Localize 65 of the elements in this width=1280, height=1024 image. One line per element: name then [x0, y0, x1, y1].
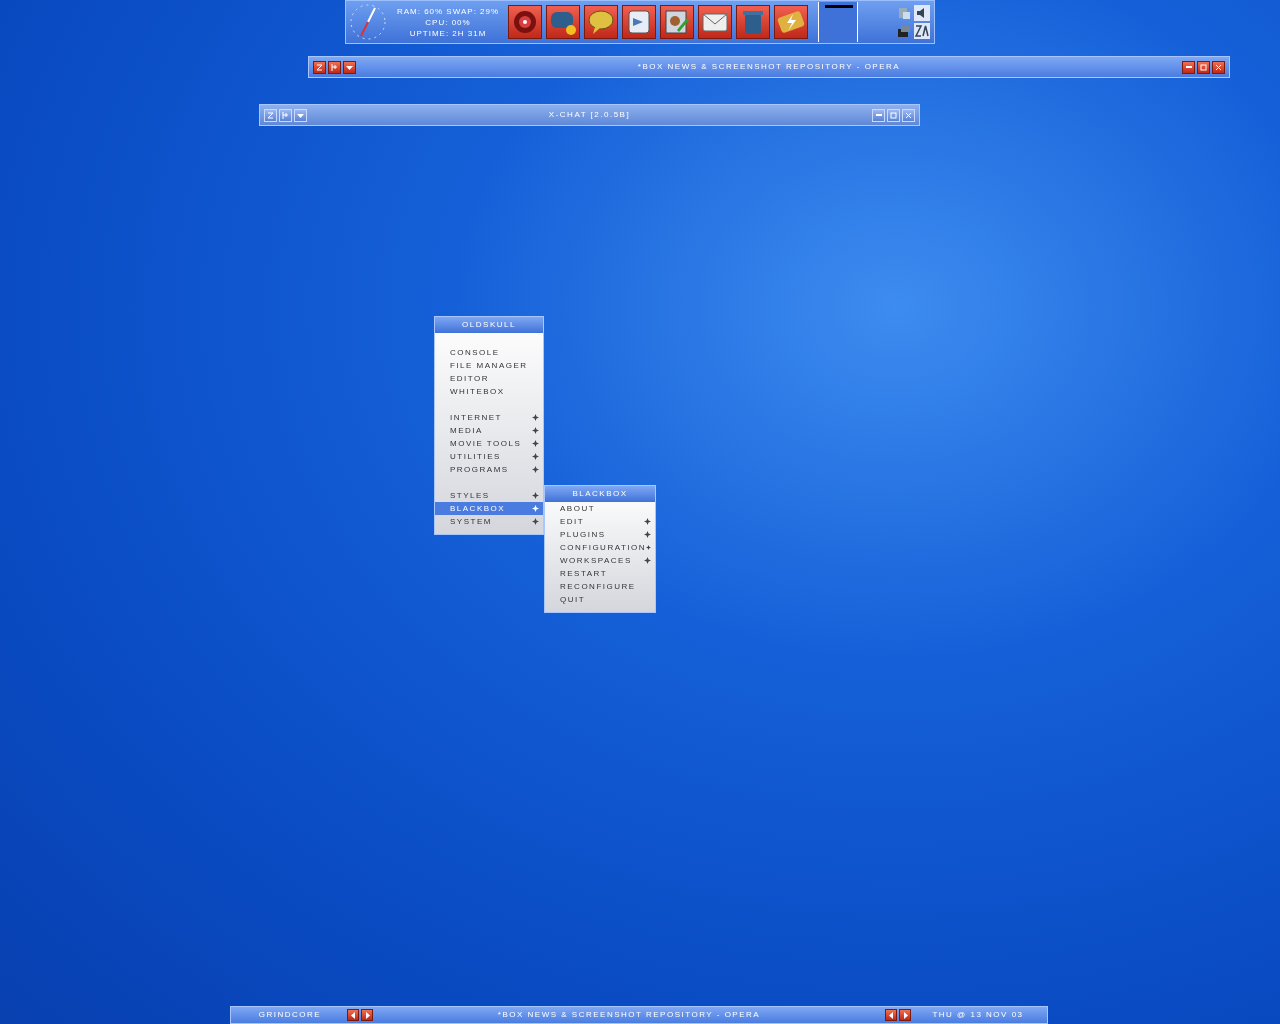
launcher-button[interactable]	[660, 5, 694, 39]
menu-item[interactable]: FILE MANAGER	[435, 359, 543, 372]
menu-item[interactable]: WORKSPACES	[545, 554, 655, 567]
launcher-button[interactable]	[622, 5, 656, 39]
left-arrow-icon	[348, 1010, 358, 1020]
workspace-switch-button[interactable]	[347, 1009, 359, 1021]
raise-icon	[330, 62, 339, 72]
menu-item[interactable]: MOVIE TOOLS	[435, 437, 543, 450]
window-title: *BOX NEWS & SCREENSHOT REPOSITORY - OPERA	[496, 1009, 762, 1021]
keyboard-layout-icon	[914, 23, 930, 39]
menu-title: OLDSKULL	[435, 317, 543, 333]
launcher-button[interactable]	[774, 5, 808, 39]
system-stats-text: RAM: 60% SWAP: 29%	[396, 5, 500, 17]
stick-icon	[315, 62, 324, 72]
menu-item[interactable]: BLACKBOX	[435, 502, 543, 515]
menu-item[interactable]: PLUGINS	[545, 528, 655, 541]
menu-item[interactable]: MEDIA	[435, 424, 543, 437]
window-title: *BOX NEWS & SCREENSHOT REPOSITORY - OPERA	[636, 61, 902, 73]
maximize-icon	[1199, 62, 1208, 72]
analog-clock-icon	[348, 2, 388, 42]
menu-item[interactable]: STYLES	[435, 489, 543, 502]
minimize-icon	[875, 114, 882, 116]
menu-item[interactable]: QUIT	[545, 593, 655, 606]
maximize-icon	[889, 110, 898, 120]
menu-item[interactable]: PROGRAMS	[435, 463, 543, 476]
menu-item[interactable]: CONFIGURATION	[545, 541, 655, 554]
titlebar-button[interactable]	[343, 60, 356, 74]
clock-text: THU @ 13 NOV 03	[931, 1009, 1025, 1021]
close-icon	[1214, 62, 1223, 72]
system-stats-text: UPTIME: 2H 31M	[409, 27, 487, 39]
raise-icon	[281, 110, 290, 120]
menu-item[interactable]: WHITEBOX	[435, 385, 543, 398]
stick-icon	[266, 110, 275, 120]
window-switch-button[interactable]	[885, 1009, 897, 1021]
titlebar-button[interactable]	[1182, 60, 1195, 74]
window-title: X-CHAT [2.0.5B]	[547, 109, 632, 121]
workspace-name: GRINDCORE	[257, 1009, 323, 1021]
system-stats-text: CPU: 00%	[425, 16, 471, 28]
menu-item[interactable]: EDITOR	[435, 372, 543, 385]
window-switch-button[interactable]	[899, 1009, 911, 1021]
titlebar-button[interactable]	[328, 60, 341, 74]
menu-item[interactable]: RESTART	[545, 567, 655, 580]
window-icon	[896, 23, 912, 39]
menu-item[interactable]: UTILITIES	[435, 450, 543, 463]
launcher-button[interactable]	[698, 5, 732, 39]
left-arrow-icon	[886, 1010, 896, 1020]
monitor-icon	[896, 5, 912, 21]
workspace-pager[interactable]	[818, 2, 858, 42]
menu-title: BLACKBOX	[545, 486, 655, 502]
titlebar-button[interactable]	[1197, 60, 1210, 74]
menu-item[interactable]: EDIT	[545, 515, 655, 528]
launcher-button[interactable]	[584, 5, 618, 39]
menu-item[interactable]: INTERNET	[435, 411, 543, 424]
titlebar-button[interactable]	[1212, 60, 1225, 74]
menu-item[interactable]: RECONFIGURE	[545, 580, 655, 593]
menu-item[interactable]: CONSOLE	[435, 346, 543, 359]
minimize-icon	[1185, 66, 1192, 68]
window-thumbnail	[825, 5, 853, 8]
menu-item[interactable]: SYSTEM	[435, 515, 543, 528]
menu-item[interactable]: ABOUT	[545, 502, 655, 515]
workspace-switch-button[interactable]	[361, 1009, 373, 1021]
titlebar-button[interactable]	[313, 60, 326, 74]
close-icon	[904, 110, 913, 120]
launcher-button[interactable]	[546, 5, 580, 39]
speaker-icon	[914, 5, 930, 21]
